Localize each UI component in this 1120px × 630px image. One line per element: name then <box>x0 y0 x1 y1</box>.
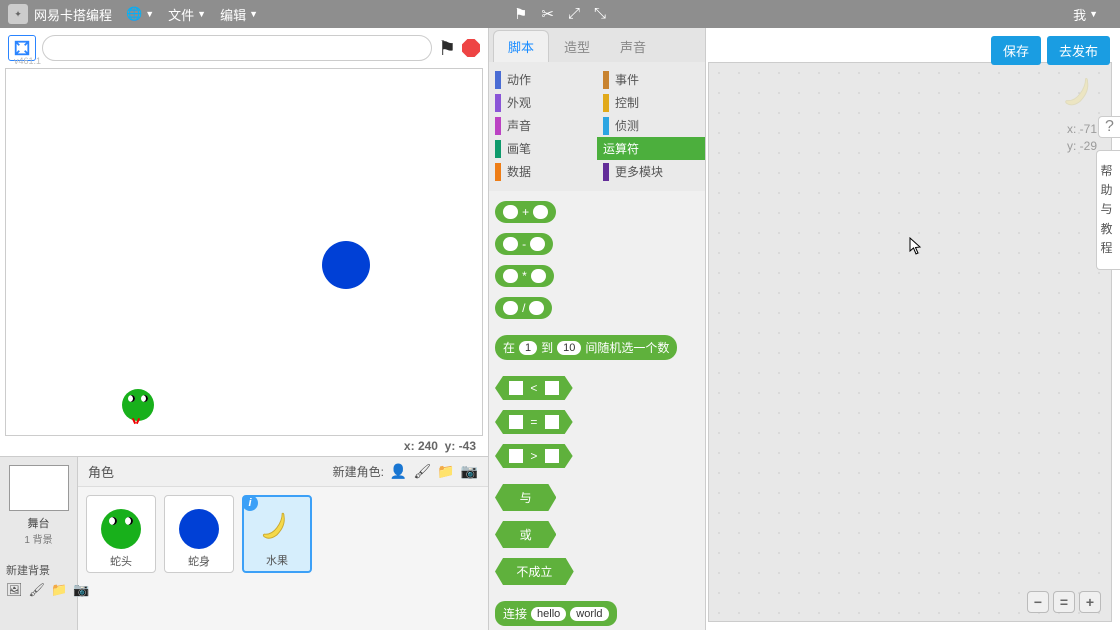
file-menu[interactable]: 文件▼ <box>168 5 206 24</box>
block-add[interactable]: + <box>495 201 556 223</box>
version-label: v461.1 <box>14 56 41 66</box>
workspace-sprite-icon <box>1059 73 1097 111</box>
tab-scripts[interactable]: 脚本 <box>493 30 549 62</box>
tab-sounds[interactable]: 声音 <box>605 30 661 62</box>
stage-sprite-snakehead[interactable] <box>122 389 154 421</box>
block-gt[interactable]: > <box>495 444 573 468</box>
save-button[interactable]: 保存 <box>991 36 1041 65</box>
stage-sprite-ball[interactable] <box>322 241 370 289</box>
category-grid: 动作外观声音画笔数据 事件控制侦测运算符更多模块 <box>489 62 705 191</box>
sprites-header: 角色 <box>88 462 114 481</box>
toolbar-tools: ⚑ ✂ ⤢ ⤡ <box>514 5 606 23</box>
block-sub[interactable]: - <box>495 233 553 255</box>
sprite-item-snakehead[interactable]: 蛇头 <box>86 495 156 573</box>
category-更多模块[interactable]: 更多模块 <box>597 160 705 183</box>
user-menu[interactable]: 我▼ <box>1073 5 1098 24</box>
block-or[interactable]: 或 <box>495 521 556 548</box>
stage[interactable] <box>5 68 483 436</box>
block-palette[interactable]: + - * / 在1到10间随机选一个数 < = > 与 或 不成立 连接hel… <box>489 191 705 630</box>
top-menu-bar: ✦ 网易卡搭编程 🌐▼ 文件▼ 编辑▼ ⚑ ✂ ⤢ ⤡ 我▼ <box>0 0 1120 28</box>
scissors-icon[interactable]: ✂ <box>541 5 554 23</box>
edit-menu[interactable]: 编辑▼ <box>220 5 258 24</box>
block-not[interactable]: 不成立 <box>495 558 574 585</box>
block-div[interactable]: / <box>495 297 552 319</box>
logo-icon: ✦ <box>8 4 28 24</box>
backdrop-count: 1 背景 <box>24 531 52 546</box>
new-sprite-label: 新建角色: <box>333 463 384 480</box>
block-mul[interactable]: * <box>495 265 554 287</box>
cursor-icon <box>909 237 923 260</box>
block-random[interactable]: 在1到10间随机选一个数 <box>495 335 677 360</box>
category-事件[interactable]: 事件 <box>597 68 705 91</box>
project-title-input[interactable] <box>42 35 432 61</box>
block-join[interactable]: 连接helloworld <box>495 601 617 626</box>
backdrop-camera-icon[interactable]: 📷 <box>73 582 89 598</box>
block-and[interactable]: 与 <box>495 484 556 511</box>
zoom-reset-icon[interactable]: = <box>1053 591 1075 613</box>
green-flag-icon[interactable]: ⚑ <box>438 36 456 61</box>
workspace-coords: x: -71 y: -29 <box>1067 121 1097 155</box>
backdrop-label: 舞台 <box>28 515 50 531</box>
category-侦测[interactable]: 侦测 <box>597 114 705 137</box>
tab-costumes[interactable]: 造型 <box>549 30 605 62</box>
grow-icon[interactable]: ⤢ <box>568 5 580 23</box>
help-tab[interactable]: 帮助与教程 <box>1096 150 1120 270</box>
sprite-paint-icon[interactable]: 🖌 <box>413 463 431 480</box>
category-画笔[interactable]: 画笔 <box>489 137 597 160</box>
category-动作[interactable]: 动作 <box>489 68 597 91</box>
sprite-item-fruit[interactable]: i 水果 <box>242 495 312 573</box>
shrink-icon[interactable]: ⤡ <box>594 5 606 23</box>
brand-label: 网易卡搭编程 <box>34 5 112 24</box>
new-backdrop-label: 新建背景 <box>0 562 50 578</box>
sprite-library-icon[interactable]: 👤 <box>390 463 407 480</box>
block-eq[interactable]: = <box>495 410 573 434</box>
category-数据[interactable]: 数据 <box>489 160 597 183</box>
sprite-item-snakebody[interactable]: 蛇身 <box>164 495 234 573</box>
backdrop-thumbnail[interactable] <box>9 465 69 511</box>
zoom-out-icon[interactable]: − <box>1027 591 1049 613</box>
script-workspace[interactable]: x: -71 y: -29 − = + <box>708 62 1112 622</box>
block-lt[interactable]: < <box>495 376 573 400</box>
category-控制[interactable]: 控制 <box>597 91 705 114</box>
backdrop-paint-icon[interactable]: 🖌 <box>29 582 46 598</box>
stop-icon[interactable] <box>462 39 480 57</box>
sprite-info-icon[interactable]: i <box>242 495 258 511</box>
stage-coordinates: x: 240 y: -43 <box>0 436 488 456</box>
category-声音[interactable]: 声音 <box>489 114 597 137</box>
sprite-upload-icon[interactable]: 📁 <box>437 463 454 480</box>
backdrop-upload-icon[interactable]: 📁 <box>51 582 67 598</box>
publish-button[interactable]: 去发布 <box>1047 36 1110 65</box>
help-handle-icon[interactable]: ? <box>1098 116 1120 138</box>
zoom-in-icon[interactable]: + <box>1079 591 1101 613</box>
banana-icon <box>257 508 293 544</box>
stamp-icon[interactable]: ⚑ <box>514 5 527 23</box>
backdrop-library-icon[interactable]: 🖼 <box>6 582 23 598</box>
category-运算符[interactable]: 运算符 <box>597 137 705 160</box>
category-外观[interactable]: 外观 <box>489 91 597 114</box>
globe-menu[interactable]: 🌐▼ <box>126 6 154 22</box>
sprite-camera-icon[interactable]: 📷 <box>461 463 478 480</box>
